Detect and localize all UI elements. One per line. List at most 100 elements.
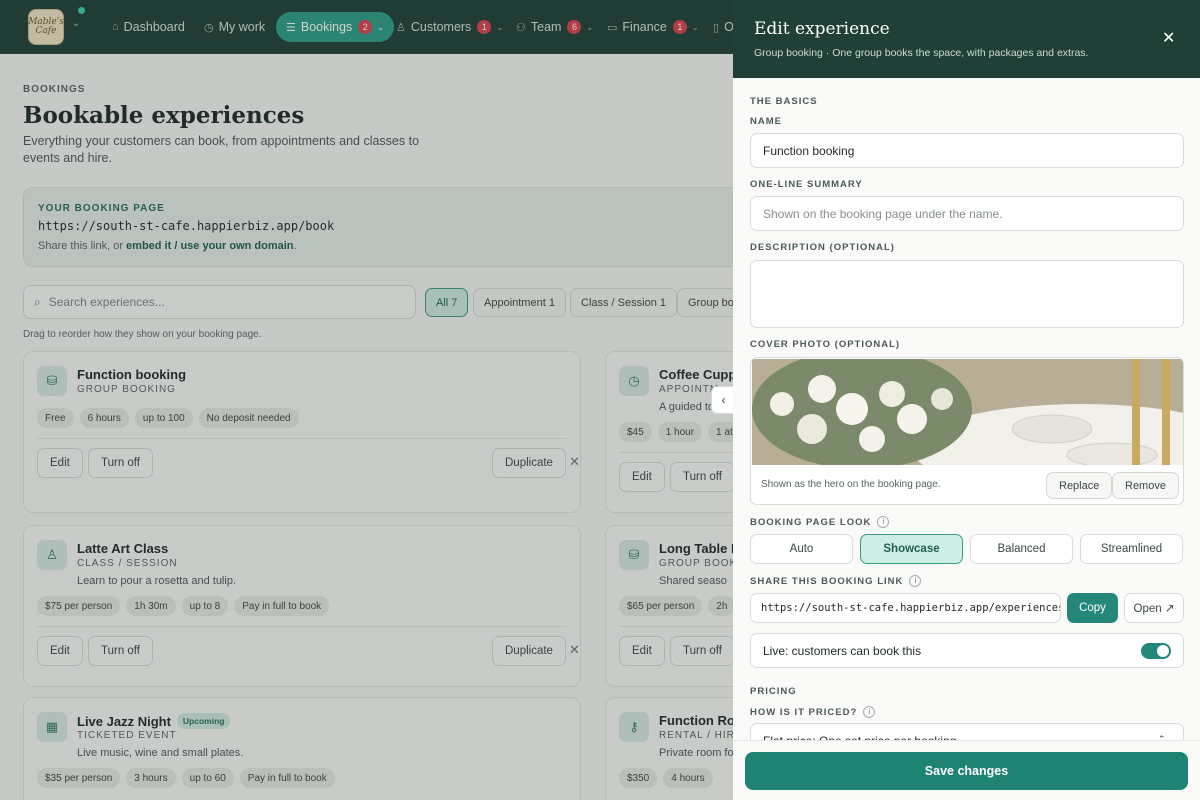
delete-icon[interactable]: ✕ (569, 454, 580, 470)
experience-card[interactable]: ⛁ Function booking GROUP BOOKING Free 6 hour… (23, 351, 581, 513)
card-title: Function booking (77, 367, 186, 382)
close-drawer-button[interactable]: ✕ (1162, 28, 1175, 48)
filter-chip[interactable]: Appointment 1 (473, 288, 566, 317)
nav-badge: 1 (477, 20, 492, 34)
pricing-section-label: PRICING (750, 686, 797, 697)
page-eyebrow: BOOKINGS (23, 84, 86, 95)
card-divider (619, 626, 733, 627)
embed-domain-link[interactable]: embed it / use your own domain (126, 240, 293, 252)
description-field[interactable] (750, 260, 1184, 328)
booking-page-panel: YOUR BOOKING PAGE https://south-st-cafe.… (23, 187, 733, 267)
cover-photo-panel: Shown as the hero on the booking page. R… (750, 357, 1184, 505)
experience-card[interactable]: ▦ Live Jazz Night Upcoming TICKETED EVENT Li… (23, 697, 581, 800)
nav-item-label: Finance (622, 20, 667, 34)
info-icon[interactable]: i (909, 575, 922, 587)
card-turn-off-button[interactable]: Turn off (670, 462, 733, 492)
card-pills: $65 per person 2h (619, 596, 733, 616)
live-toggle-row: Live: customers can book this (750, 633, 1184, 668)
card-pill: $65 per person (619, 596, 703, 616)
look-option-balanced[interactable]: Balanced (970, 534, 1073, 564)
delete-icon[interactable]: ✕ (569, 642, 580, 658)
open-link-button[interactable]: Open ↗ (1124, 593, 1184, 623)
card-title: Live Jazz Night Upcoming (77, 713, 231, 729)
replace-photo-button[interactable]: Replace (1046, 472, 1113, 499)
nav-item-label: My work (218, 20, 266, 34)
page-title: Bookable experiences (23, 102, 305, 129)
list-icon: ☰ (286, 21, 296, 34)
booking-page-url: https://south-st-cafe.happierbiz.app/boo… (38, 219, 335, 233)
key-icon: ⚷ (619, 712, 649, 742)
nav-item-customers[interactable]: ♙ Customers 1 ⌄ (396, 12, 503, 42)
card-pill: 4 hours (663, 768, 713, 788)
nav-badge: 2 (358, 20, 373, 34)
chevron-down-icon[interactable]: ⌄ (72, 18, 80, 29)
name-field[interactable] (750, 133, 1184, 168)
card-edit-button[interactable]: Edit (619, 462, 665, 492)
card-title: Long Table L (659, 541, 733, 556)
card-title-text: Long Table L (659, 541, 733, 556)
nav-item-my-work[interactable]: ◷ My work (204, 12, 265, 42)
remove-photo-button[interactable]: Remove (1112, 472, 1179, 499)
card-description: Private room fo (659, 747, 733, 759)
card-edit-button[interactable]: Edit (37, 448, 83, 478)
search-input[interactable] (48, 295, 389, 309)
card-pill: 1 hour (657, 422, 703, 442)
experience-card[interactable]: ♙ Latte Art Class CLASS / SESSION Learn to … (23, 525, 581, 687)
card-duplicate-button[interactable]: Duplicate (492, 448, 566, 478)
cover-photo-image (752, 359, 1183, 465)
share-link-text: SHARE THIS BOOKING LINK (750, 576, 904, 587)
card-turn-off-button[interactable]: Turn off (88, 448, 153, 478)
nav-item-o[interactable]: ▯ O (713, 12, 734, 42)
card-edit-button[interactable]: Edit (619, 636, 665, 666)
card-pills: Free 6 hours up to 100 No deposit needed (37, 408, 299, 428)
experience-card[interactable]: ⚷ Function Roo RENTAL / HIRE Private room f… (605, 697, 733, 800)
card-title-text: Coffee Cupp (659, 367, 733, 382)
booking-page-note: Share this link, or embed it / use your … (38, 240, 297, 252)
clock-icon: ◷ (619, 366, 649, 396)
nav-item-label: Bookings (300, 20, 353, 34)
chevron-down-icon: ⌄ (691, 22, 699, 32)
card-turn-off-button[interactable]: Turn off (670, 636, 733, 666)
live-toggle-switch[interactable] (1141, 642, 1171, 659)
look-option-showcase[interactable]: Showcase (860, 534, 963, 564)
chevron-down-icon: ⌄ (586, 22, 594, 32)
nav-item-label: Dashboard (123, 20, 185, 34)
nav-item-dashboard[interactable]: ⌂ Dashboard (112, 12, 185, 42)
card-type: RENTAL / HIRE (659, 730, 733, 741)
card-title-text: Live Jazz Night (77, 714, 171, 729)
info-icon[interactable]: i (863, 706, 876, 718)
card-pill: 1 at (708, 422, 733, 442)
look-option-streamlined[interactable]: Streamlined (1080, 534, 1183, 564)
card-duplicate-button[interactable]: Duplicate (492, 636, 566, 666)
nav-item-bookings[interactable]: ☰ Bookings 2 ⌄ (276, 12, 395, 42)
card-pill: up to 8 (181, 596, 229, 616)
nav-item-finance[interactable]: ▭ Finance 1 ⌄ (607, 12, 699, 42)
filter-chip[interactable]: Group boo (677, 288, 733, 317)
booking-page-look-text: BOOKING PAGE LOOK (750, 517, 872, 528)
card-title: Function Roo (659, 713, 733, 728)
card-pill: $45 (619, 422, 652, 442)
card-edit-button[interactable]: Edit (37, 636, 83, 666)
experience-card[interactable]: ⛁ Long Table L GROUP BOOKI Shared seaso $65 … (605, 525, 733, 687)
share-link-field[interactable]: https://south-st-cafe.happierbiz.app/exp… (750, 593, 1061, 623)
chevron-down-icon: ⌄ (496, 22, 504, 32)
card-type: GROUP BOOKI (659, 558, 733, 569)
experience-card[interactable]: ◷ Coffee Cupp APPOINTM A guided to $45 1 hour… (605, 351, 733, 513)
card-pill: $350 (619, 768, 658, 788)
card-turn-off-button[interactable]: Turn off (88, 636, 153, 666)
drag-note: Drag to reorder how they show on your bo… (23, 329, 262, 340)
look-option-auto[interactable]: Auto (750, 534, 853, 564)
filter-chip[interactable]: All 7 (425, 288, 469, 317)
copy-link-button[interactable]: Copy (1067, 593, 1118, 623)
business-logo[interactable]: Mable's Cafe (28, 9, 64, 45)
booking-page-look-label: BOOKING PAGE LOOK i (750, 516, 890, 528)
save-changes-button[interactable]: Save changes (745, 752, 1188, 790)
info-icon[interactable]: i (877, 516, 890, 528)
search-icon: ⌕ (34, 294, 41, 309)
card-type: TICKETED EVENT (77, 730, 177, 741)
nav-item-team[interactable]: ⚇ Team 6 ⌄ (516, 12, 593, 42)
filter-chip[interactable]: Class / Session 1 (570, 288, 677, 317)
collapse-drawer-handle[interactable]: ‹ (711, 386, 735, 414)
flowers-table-illustration (752, 359, 1183, 465)
summary-field[interactable] (750, 196, 1184, 231)
